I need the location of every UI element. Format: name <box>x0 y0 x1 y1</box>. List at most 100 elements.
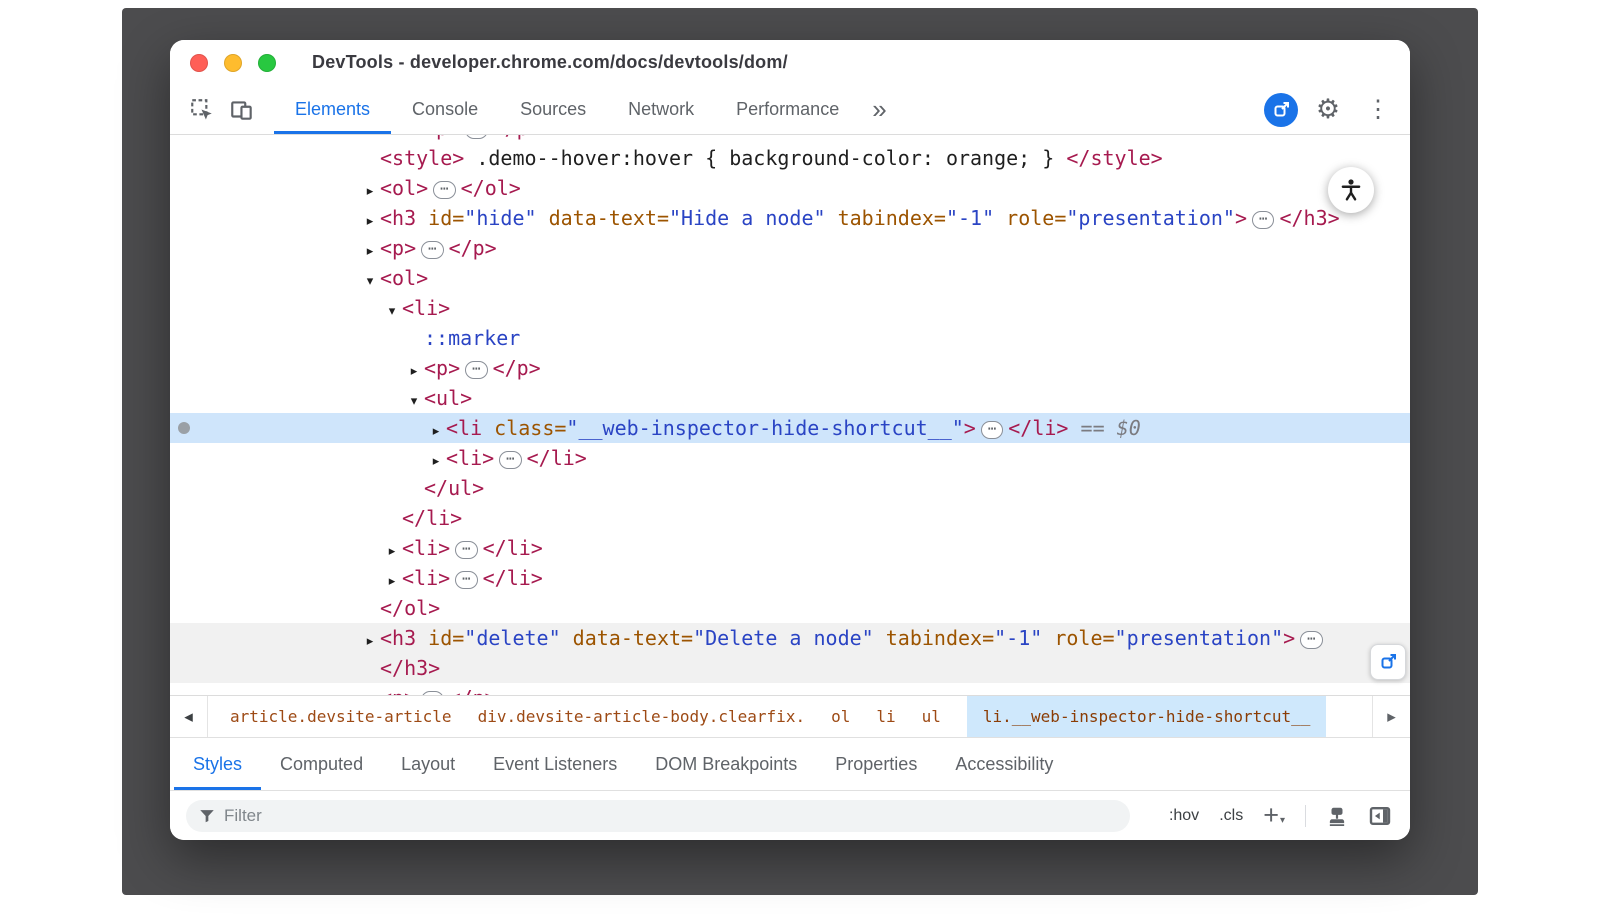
tab-console[interactable]: Console <box>391 85 499 134</box>
close-button[interactable] <box>190 54 208 72</box>
dom-tree-row[interactable]: ▸<li>⋯</li> <box>170 443 1410 473</box>
chevron-right-icon: ▸ <box>1387 707 1396 727</box>
tab-elements[interactable]: Elements <box>274 85 391 134</box>
filter-funnel-icon <box>198 807 216 825</box>
code-token: </p> <box>449 236 497 260</box>
code-token: </p> <box>493 135 541 140</box>
inline-expand-icon[interactable]: ⋯ <box>465 361 487 379</box>
filter-field[interactable] <box>186 800 1130 832</box>
breadcrumb-item[interactable]: article.devsite-article <box>230 696 452 737</box>
inline-expand-icon[interactable]: ⋯ <box>499 451 521 469</box>
dom-tree-row[interactable]: ▾<ul> <box>170 383 1410 413</box>
dom-tree-row[interactable]: ▸<ol>⋯</ol> <box>170 173 1410 203</box>
breadcrumb-item[interactable]: li.__web-inspector-hide-shortcut__ <box>967 696 1327 737</box>
styles-filter-input[interactable] <box>224 806 1118 826</box>
breadcrumb-item[interactable]: li <box>876 696 895 737</box>
breadcrumb-item[interactable]: ol <box>831 696 850 737</box>
stamp-icon <box>1326 805 1348 827</box>
panel-tabs: ElementsConsoleSourcesNetworkPerformance <box>274 85 860 134</box>
inline-expand-icon[interactable]: ⋯ <box>1252 211 1274 229</box>
breadcrumb-bar: ◂ article.devsite-article div.devsite-art… <box>170 695 1410 737</box>
tab-network[interactable]: Network <box>607 85 715 134</box>
device-toolbar-button[interactable] <box>222 85 262 134</box>
inline-expand-icon[interactable]: ⋯ <box>455 571 477 589</box>
more-tabs-button[interactable]: » <box>860 85 898 134</box>
sync-button[interactable] <box>1264 93 1298 127</box>
settings-button[interactable]: ⚙ <box>1308 96 1348 123</box>
dom-tree-row[interactable]: ▾<ol> <box>170 263 1410 293</box>
customize-menu-button[interactable]: ⋮ <box>1358 98 1398 122</box>
expand-arrow-icon[interactable]: ▸ <box>360 687 380 695</box>
sidebar-tab-dom-breakpoints[interactable]: DOM Breakpoints <box>636 738 816 790</box>
code-token: $0 <box>1117 416 1141 440</box>
dom-tree-row[interactable]: </ol> <box>170 593 1410 623</box>
breadcrumb-item[interactable]: div.devsite-article-body.clearfix. <box>478 696 806 737</box>
inspect-element-button[interactable] <box>182 85 222 134</box>
code-token: </li> <box>483 536 543 560</box>
dom-tree-row[interactable]: ▸<li>⋯</li> <box>170 563 1410 593</box>
tab-performance[interactable]: Performance <box>715 85 860 134</box>
zoom-button[interactable] <box>258 54 276 72</box>
dom-tree-row[interactable]: ▸<p>⋯</p> <box>170 135 1410 143</box>
code-token: data-text= <box>537 206 669 230</box>
code-token: <li> <box>402 536 450 560</box>
tab-sources[interactable]: Sources <box>499 85 607 134</box>
main-toolbar: ElementsConsoleSourcesNetworkPerformance… <box>170 85 1410 135</box>
dom-tree-row[interactable]: ::marker <box>170 323 1410 353</box>
code-token: <p> <box>380 686 416 695</box>
device-toolbar-icon <box>229 97 255 123</box>
code-token: "presentation" <box>1115 626 1284 650</box>
code-token: <p> <box>380 236 416 260</box>
accessibility-person-icon <box>1338 177 1364 203</box>
breadcrumb-scroll-right-button[interactable]: ▸ <box>1372 696 1410 737</box>
dom-tree-row[interactable]: ▾<li> <box>170 293 1410 323</box>
code-token: </ol> <box>461 176 521 200</box>
sidebar-tab-accessibility[interactable]: Accessibility <box>936 738 1072 790</box>
sidebar-tab-layout[interactable]: Layout <box>382 738 474 790</box>
inspect-icon <box>189 97 215 123</box>
toggle-sidebar-button[interactable] <box>1368 804 1392 828</box>
dom-tree-row[interactable]: ▸<h3 id="delete" data-text="Delete a nod… <box>170 623 1410 653</box>
code-token: <style> <box>380 146 464 170</box>
styles-toolbar: :hov .cls + ▾ <box>170 790 1410 840</box>
scroll-into-view-button[interactable] <box>1370 644 1406 680</box>
inline-expand-icon[interactable]: ⋯ <box>465 135 487 139</box>
sidebar-tab-computed[interactable]: Computed <box>261 738 382 790</box>
dom-tree-row[interactable]: </li> <box>170 503 1410 533</box>
dom-tree-row[interactable]: </h3> <box>170 653 1410 683</box>
inline-expand-icon[interactable]: ⋯ <box>1300 631 1322 649</box>
new-style-rule-button[interactable]: + ▾ <box>1263 805 1285 827</box>
rendering-emulations-button[interactable] <box>1326 805 1348 827</box>
inline-expand-icon[interactable]: ⋯ <box>421 691 443 695</box>
backdrop: DevTools - developer.chrome.com/docs/dev… <box>122 8 1478 895</box>
sidebar-tab-event-listeners[interactable]: Event Listeners <box>474 738 636 790</box>
breadcrumb-scroll-left-button[interactable]: ◂ <box>170 696 208 737</box>
element-classes-button[interactable]: .cls <box>1219 807 1243 825</box>
dom-tree-row[interactable]: </ul> <box>170 473 1410 503</box>
dom-tree-row[interactable]: ▸<p>⋯</p> <box>170 233 1410 263</box>
dom-tree-row[interactable]: <style> .demo--hover:hover { background-… <box>170 143 1410 173</box>
caret-down-icon: ▾ <box>1280 815 1285 826</box>
inline-expand-icon[interactable]: ⋯ <box>421 241 443 259</box>
toggle-element-state-button[interactable]: :hov <box>1169 807 1199 825</box>
sidebar-tabs: StylesComputedLayoutEvent ListenersDOM B… <box>170 737 1410 790</box>
breadcrumb-item[interactable]: ul <box>922 696 941 737</box>
dom-tree-row[interactable]: ▸<li>⋯</li> <box>170 533 1410 563</box>
inline-expand-icon[interactable]: ⋯ <box>981 421 1003 439</box>
accessibility-button[interactable] <box>1328 167 1374 213</box>
dom-tree-row[interactable]: ▸<li class="__web-inspector-hide-shortcu… <box>170 413 1410 443</box>
inline-expand-icon[interactable]: ⋯ <box>455 541 477 559</box>
dom-tree-row[interactable]: ▸<h3 id="hide" data-text="Hide a node" t… <box>170 203 1410 233</box>
sidebar-tab-styles[interactable]: Styles <box>174 738 261 790</box>
code-token: </p> <box>449 686 497 695</box>
titlebar: DevTools - developer.chrome.com/docs/dev… <box>170 40 1410 85</box>
kebab-menu-icon: ⋮ <box>1366 98 1390 122</box>
minimize-button[interactable] <box>224 54 242 72</box>
code-token: </li> <box>402 506 462 530</box>
sidebar-tab-properties[interactable]: Properties <box>816 738 936 790</box>
scroll-into-view-icon <box>1378 652 1398 672</box>
dom-tree-row[interactable]: ▸<p>⋯</p> <box>170 353 1410 383</box>
breadcrumb: article.devsite-article div.devsite-artic… <box>208 696 1372 737</box>
dom-tree-row[interactable]: ▸<p> ⋯ </p> <box>170 683 1410 695</box>
inline-expand-icon[interactable]: ⋯ <box>433 181 455 199</box>
